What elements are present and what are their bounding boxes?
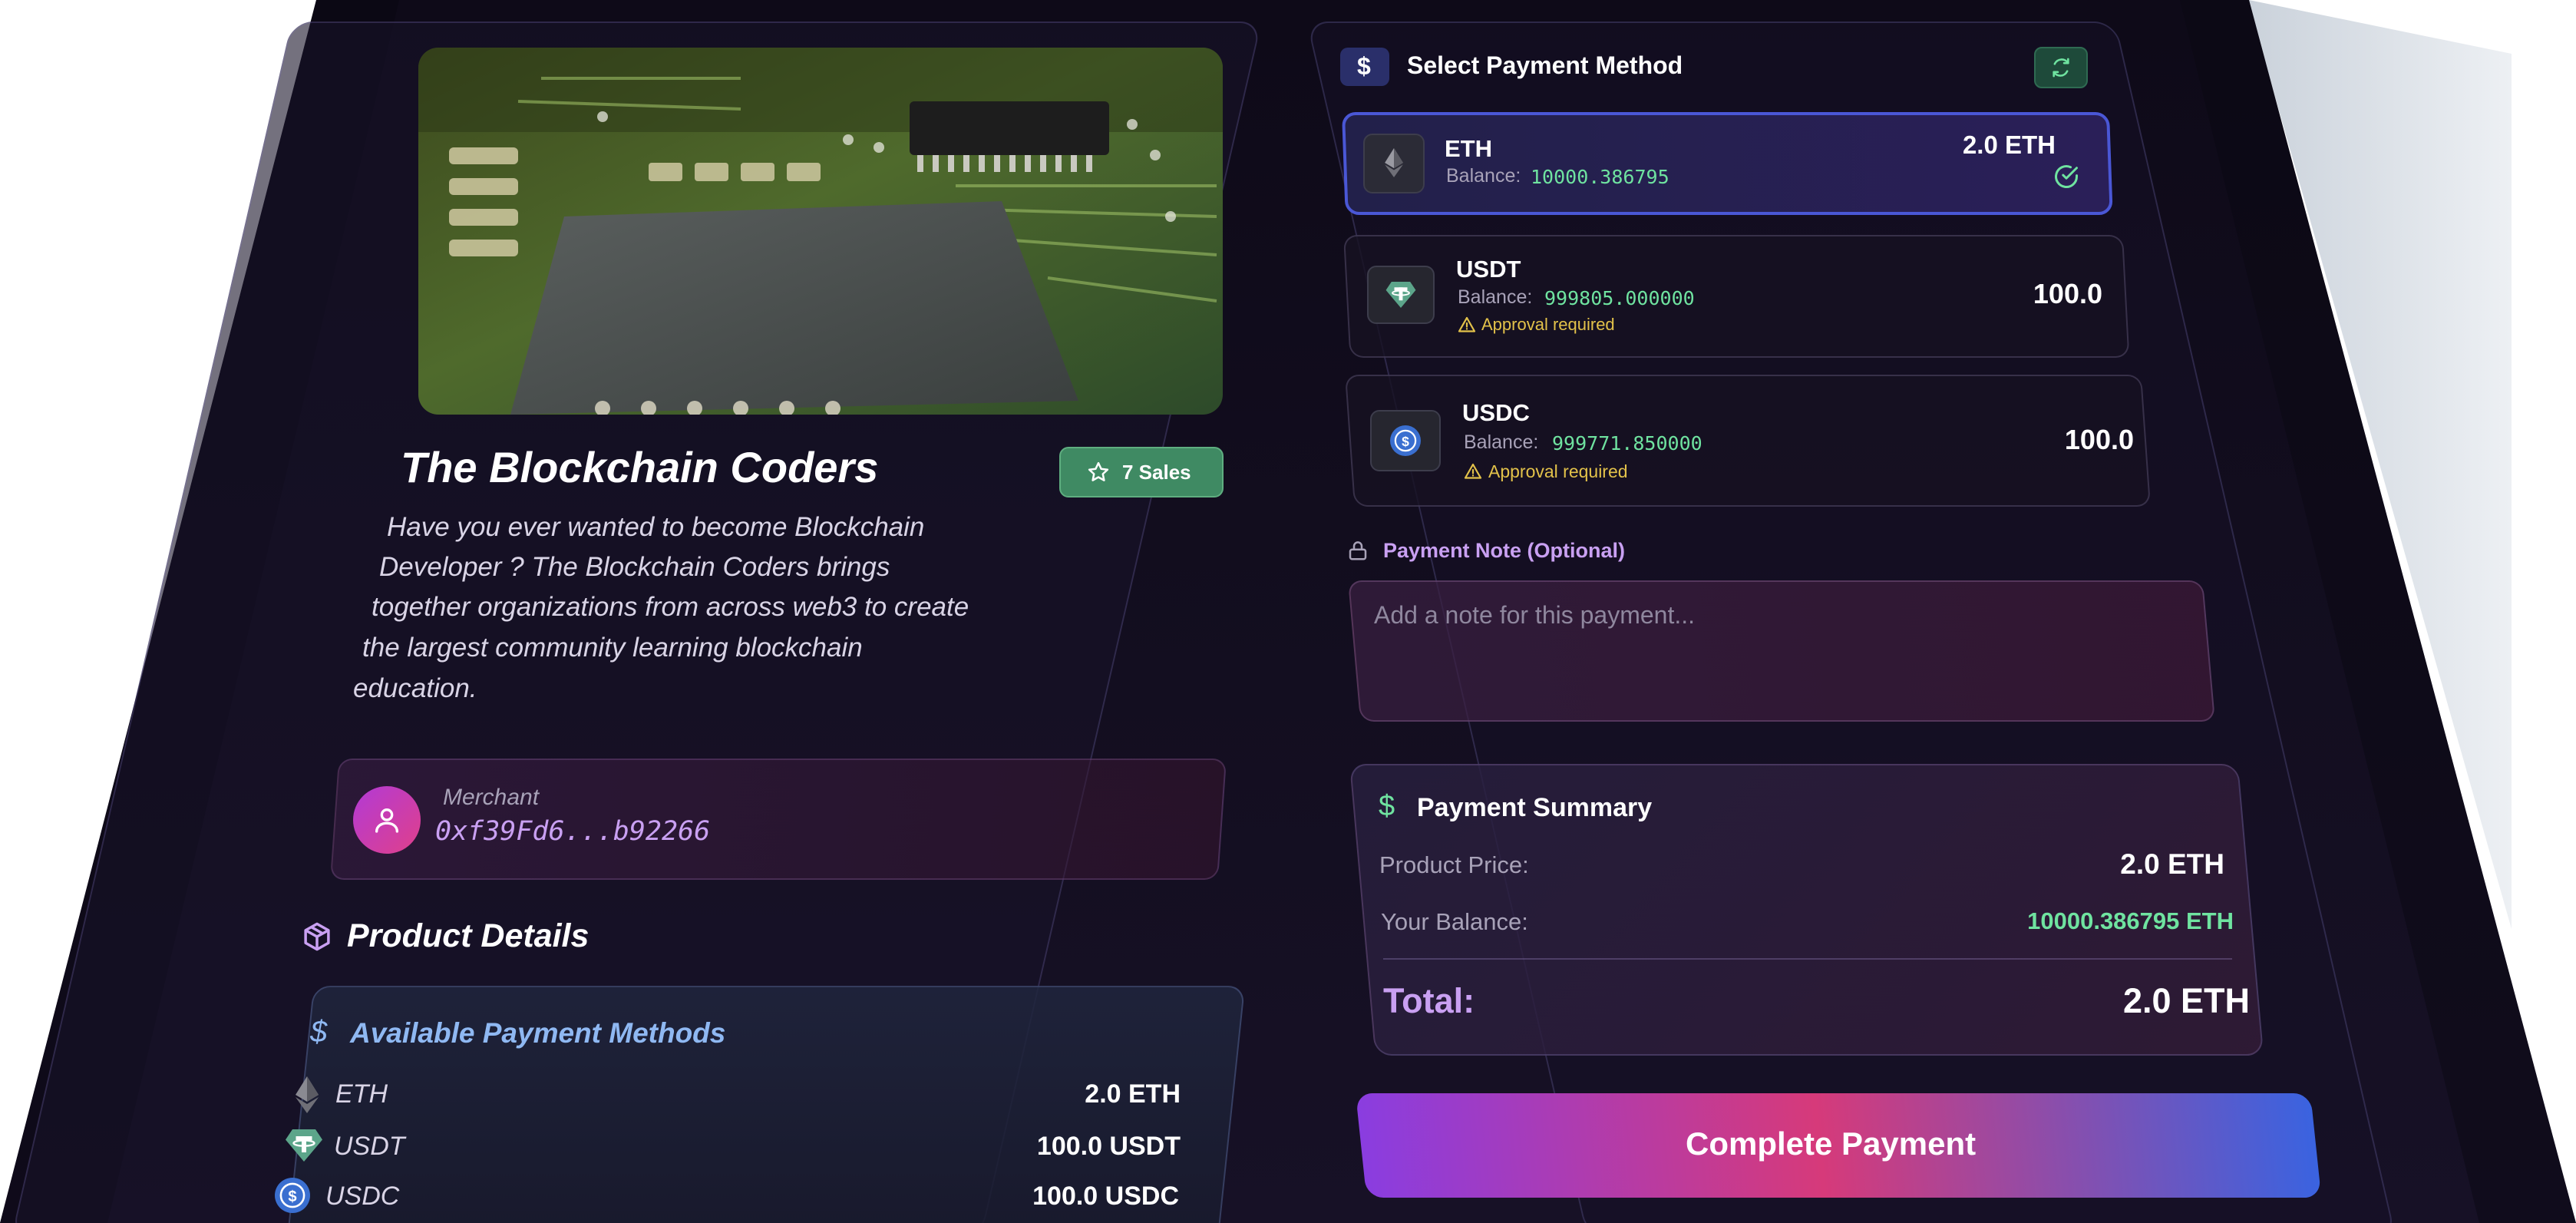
payment-method-name: USDT	[1456, 256, 1521, 283]
product-description-line: Have you ever wanted to become Blockchai…	[387, 512, 925, 542]
dollar-icon: $	[1357, 52, 1371, 80]
balance-label: Balance:	[1458, 286, 1533, 308]
total-value: 2.0 ETH	[2122, 981, 2250, 1020]
warning-icon	[1464, 463, 1482, 479]
balance-label: Balance:	[1446, 165, 1521, 187]
payment-method-eth[interactable]	[1342, 112, 2113, 215]
dollar-icon: $	[1379, 790, 1395, 822]
product-description-line: Developer ? The Blockchain Coders brings	[379, 552, 890, 582]
approval-warning: Approval required	[1488, 461, 1628, 481]
payment-note-placeholder: Add a note for this payment...	[1374, 601, 1696, 629]
refresh-button[interactable]	[2034, 47, 2088, 88]
app-viewport: The Blockchain Coders 7 Sales Have you e…	[0, 0, 2576, 1223]
available-method-amount: 100.0 USDT	[1036, 1132, 1181, 1161]
summary-divider	[1383, 958, 2232, 960]
available-method-amount: 2.0 ETH	[1085, 1079, 1181, 1109]
check-circle-icon	[2055, 165, 2078, 188]
payment-method-amount: 100.0	[2064, 424, 2134, 455]
merchant-avatar	[353, 786, 421, 854]
available-methods-heading: Available Payment Methods	[350, 1017, 726, 1049]
sales-badge-label: 7 Sales	[1122, 461, 1191, 484]
user-icon	[375, 808, 398, 833]
ethereum-icon	[296, 1076, 319, 1113]
merchant-label: Merchant	[443, 785, 540, 810]
payment-method-name: USDC	[1462, 399, 1530, 426]
payment-note-label: Payment Note (Optional)	[1383, 539, 1626, 562]
complete-payment-label: Complete Payment	[1686, 1125, 1977, 1162]
payment-summary-heading: Payment Summary	[1417, 793, 1653, 822]
product-price-value: 2.0 ETH	[2120, 848, 2224, 880]
product-title: The Blockchain Coders	[401, 443, 879, 491]
approval-warning: Approval required	[1481, 315, 1615, 334]
payment-header-icon: $	[1340, 48, 1389, 86]
available-method-name: USDT	[334, 1132, 405, 1161]
usdc-token-icon-box: $	[1370, 410, 1441, 471]
dollar-icon: $	[310, 1015, 328, 1049]
balance-value: 10000.386795	[1531, 166, 1669, 188]
product-image	[418, 48, 1223, 415]
warning-icon	[1458, 316, 1476, 332]
available-method-name: USDC	[325, 1182, 400, 1211]
balance-value: 999771.850000	[1552, 432, 1702, 454]
package-icon	[304, 922, 330, 951]
total-label: Total:	[1383, 981, 1475, 1020]
product-description-line: the largest community learning blockchai…	[362, 633, 863, 663]
your-balance-label: Your Balance:	[1381, 908, 1528, 935]
your-balance-value: 10000.386795 ETH	[2027, 907, 2234, 934]
payment-heading: Select Payment Method	[1407, 51, 1683, 79]
payment-method-amount: 100.0	[2033, 278, 2102, 309]
product-price-label: Product Price:	[1379, 851, 1529, 878]
product-description-line: together organizations from across web3 …	[372, 592, 969, 622]
balance-label: Balance:	[1464, 431, 1539, 453]
payment-method-amount: 2.0 ETH	[1962, 131, 2056, 159]
merchant-address[interactable]: 0xf39Fd6...b92266	[435, 816, 710, 847]
balance-value: 999805.000000	[1544, 287, 1695, 309]
refresh-icon	[2053, 58, 2069, 78]
available-method-name: ETH	[335, 1079, 388, 1109]
svg-text:$: $	[288, 1188, 296, 1205]
tether-icon	[286, 1129, 322, 1162]
product-details-heading: Product Details	[347, 917, 590, 954]
svg-text:$: $	[1402, 434, 1409, 449]
sales-badge: 7 Sales	[1059, 447, 1224, 497]
star-icon	[1088, 461, 1109, 481]
payment-method-name: ETH	[1445, 135, 1492, 162]
available-method-amount: 100.0 USDC	[1032, 1182, 1179, 1211]
ethereum-icon	[1385, 148, 1403, 177]
usdc-icon: $	[1390, 425, 1421, 456]
usdc-icon: $	[275, 1178, 310, 1213]
eth-token-icon-box	[1363, 134, 1425, 193]
lock-icon	[1349, 541, 1367, 560]
tether-icon	[1385, 282, 1416, 308]
usdt-token-icon-box	[1367, 266, 1435, 324]
product-description-line: education.	[353, 673, 477, 703]
